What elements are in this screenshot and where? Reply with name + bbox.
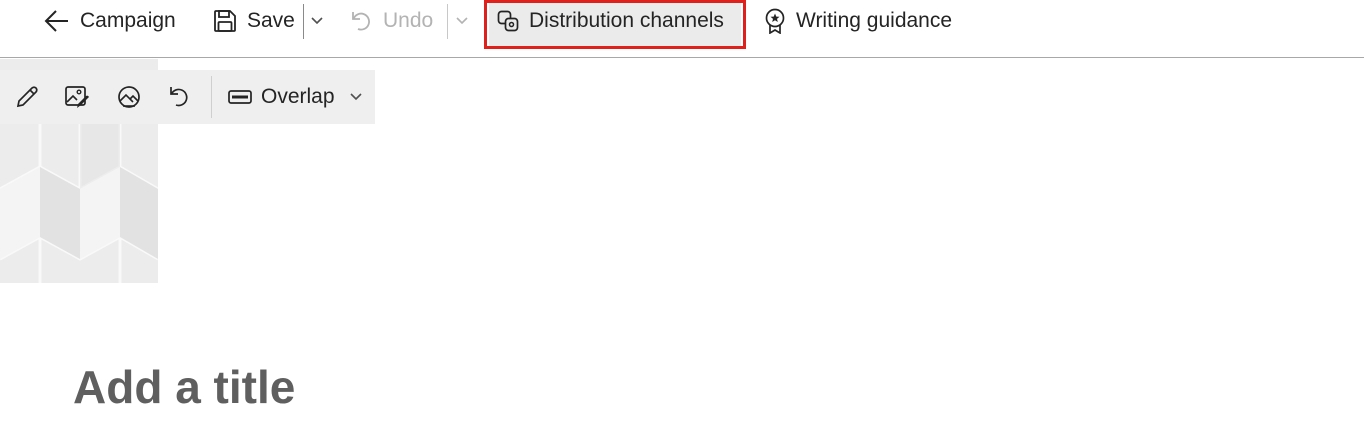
save-button[interactable]: Save <box>213 0 295 42</box>
chevron-down-icon <box>311 17 323 25</box>
save-options-dropdown[interactable] <box>310 0 324 42</box>
writing-guidance-button[interactable]: Writing guidance <box>764 0 952 42</box>
reset-icon[interactable] <box>167 84 193 110</box>
page-title-input[interactable]: Add a title <box>73 360 295 414</box>
back-label: Campaign <box>80 9 176 32</box>
undo-button[interactable]: Undo <box>349 0 433 42</box>
undo-label: Undo <box>383 9 434 32</box>
layout-overlap-icon <box>228 90 252 104</box>
chevron-down-icon <box>456 17 468 25</box>
award-ribbon-icon <box>765 8 785 34</box>
save-icon <box>214 10 236 32</box>
undo-icon <box>352 12 370 31</box>
focal-point-icon[interactable] <box>116 84 142 110</box>
divider <box>447 4 448 39</box>
divider <box>303 4 304 39</box>
layout-label: Overlap <box>261 85 335 108</box>
pencil-icon[interactable] <box>14 84 40 110</box>
arrow-left-icon <box>44 10 68 32</box>
back-to-campaign-button[interactable]: Campaign <box>44 0 176 42</box>
layout-dropdown[interactable]: Overlap <box>228 70 363 124</box>
share-channels-icon <box>497 10 519 32</box>
divider <box>211 76 212 118</box>
edit-image-icon[interactable] <box>64 84 90 110</box>
undo-options-dropdown[interactable] <box>455 0 469 42</box>
distribution-channels-label: Distribution channels <box>529 9 724 32</box>
image-toolbar: Overlap <box>0 70 375 124</box>
distribution-channels-button[interactable]: Distribution channels <box>497 0 724 42</box>
save-label: Save <box>247 9 295 32</box>
writing-guidance-label: Writing guidance <box>796 9 953 32</box>
command-bar: Campaign Save Undo Distribution channels… <box>0 0 1364 58</box>
chevron-down-icon <box>349 93 362 101</box>
